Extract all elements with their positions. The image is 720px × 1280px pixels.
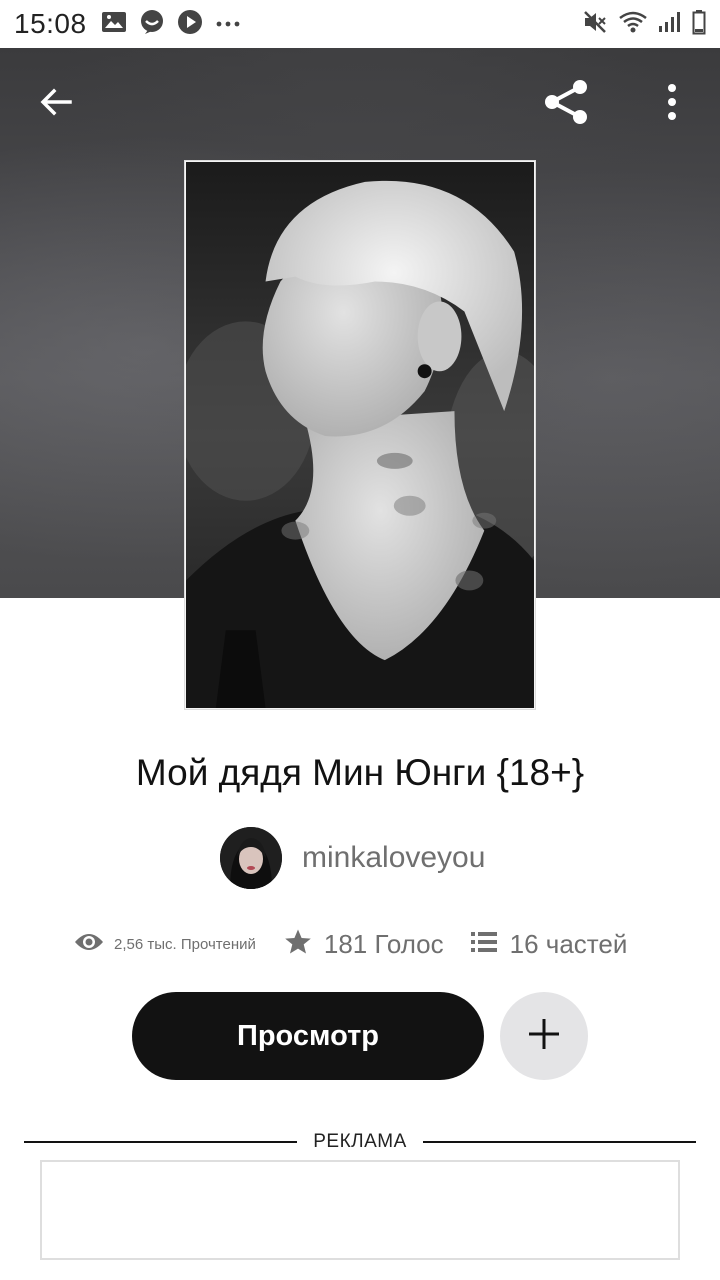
mute-icon xyxy=(582,9,608,40)
more-notifications-icon xyxy=(215,15,241,33)
parts-count: 16 частей xyxy=(509,928,628,959)
author-name: minkaloveyou xyxy=(302,841,486,874)
share-button[interactable] xyxy=(536,74,596,134)
ad-label: РЕКЛАМА xyxy=(313,1131,407,1152)
author-link[interactable]: minkaloveyou xyxy=(220,826,485,890)
more-vertical-icon xyxy=(666,83,678,126)
plus-icon xyxy=(526,1016,562,1057)
status-notification-icons xyxy=(101,9,241,40)
gallery-icon xyxy=(101,10,127,39)
avatar xyxy=(220,827,282,889)
battery-icon xyxy=(692,9,706,40)
more-options-button[interactable] xyxy=(642,74,702,134)
list-icon xyxy=(470,930,498,959)
back-button[interactable] xyxy=(26,74,86,134)
wifi-icon xyxy=(618,10,648,39)
divider-line-right xyxy=(422,1141,696,1143)
story-title: Мой дядя Мин Юнги {18+} xyxy=(135,752,585,793)
status-bar: 15:08 xyxy=(0,0,720,48)
votes-stat: 181 Голос xyxy=(284,928,444,961)
reads-count: 2,56 тыс. Прочтений xyxy=(114,935,256,953)
star-icon xyxy=(284,928,312,961)
story-cover[interactable] xyxy=(184,160,536,710)
messenger-icon xyxy=(139,9,165,40)
parts-stat: 16 частей xyxy=(470,928,628,960)
status-system-icons xyxy=(582,9,706,40)
ad-container[interactable] xyxy=(40,1160,680,1260)
status-time: 15:08 xyxy=(14,8,87,39)
arrow-left-icon xyxy=(38,84,74,125)
reads-stat: 2,56 тыс. Прочтений xyxy=(74,932,256,957)
share-icon xyxy=(541,77,591,132)
play-icon xyxy=(177,9,203,40)
read-button[interactable]: Просмотр xyxy=(132,992,484,1080)
divider-line-left xyxy=(24,1141,298,1143)
ad-divider: РЕКЛАМА xyxy=(24,1128,696,1156)
story-stats: 2,56 тыс. Прочтений 181 Голос 16 частей xyxy=(74,920,627,968)
add-to-library-button[interactable] xyxy=(500,992,588,1080)
eye-icon xyxy=(74,932,104,957)
cover-image xyxy=(186,162,534,708)
signal-icon xyxy=(658,10,682,39)
votes-count: 181 Голос xyxy=(323,928,444,959)
